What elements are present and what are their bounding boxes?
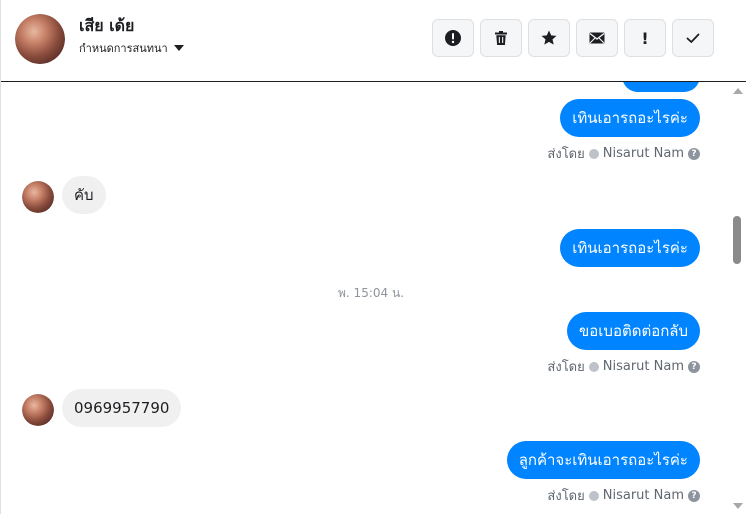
sent-by-prefix: ส่งโดย [547,147,585,162]
contact-avatar-small[interactable] [22,181,54,213]
spam-button[interactable]: ! [624,19,666,57]
sender-name[interactable]: Nisarut Nam [603,359,684,374]
verified-dot-icon [588,490,599,501]
envelope-icon [589,32,605,44]
sent-by-line: ส่งโดย Nisarut Nam ? [547,485,700,506]
message-thread[interactable]: เทินเอารถอะไรค่ะ ส่งโดย Nisarut Nam ? คั… [1,82,729,514]
manage-conversation-dropdown[interactable]: กำหนดการสนทนา [79,39,184,57]
exclamation-circle-icon [445,30,461,46]
help-icon[interactable]: ? [688,147,700,160]
outgoing-message[interactable]: ลูกค้าจะเทินเอารถอะไรค่ะ [506,441,700,479]
report-button[interactable] [432,19,474,57]
sent-by-prefix: ส่งโดย [547,360,585,375]
scrollbar-thumb[interactable] [733,216,741,264]
contact-avatar[interactable] [15,14,65,64]
contact-avatar-small[interactable] [22,394,54,426]
mark-unread-button[interactable] [576,19,618,57]
thread-scrollbar[interactable] [729,82,746,514]
outgoing-message[interactable]: ขอเบอติดต่อกลับ [567,312,700,350]
outgoing-message[interactable]: เทินเอารถอะไรค่ะ [560,99,700,137]
sender-name[interactable]: Nisarut Nam [603,146,684,161]
manage-conversation-label: กำหนดการสนทนา [79,42,168,55]
caret-down-icon [173,45,184,51]
help-icon[interactable]: ? [688,360,700,373]
previous-message-bubble [622,82,700,92]
message-timestamp: พ. 15:04 น. [338,286,404,300]
sent-by-line: ส่งโดย Nisarut Nam ? [547,143,700,164]
incoming-message[interactable]: คับ [62,176,106,214]
contact-name[interactable]: เสีย เด้ย [79,14,134,39]
outgoing-message[interactable]: เทินเอารถอะไรค่ะ [560,229,700,267]
trash-icon [495,31,507,45]
check-icon [686,33,700,43]
exclamation-icon: ! [641,28,649,48]
delete-button[interactable] [480,19,522,57]
star-button[interactable] [528,19,570,57]
sender-name[interactable]: Nisarut Nam [603,488,684,503]
help-icon[interactable]: ? [688,489,700,502]
star-icon [541,30,557,45]
scroll-down-arrow-icon[interactable] [733,503,743,509]
incoming-message[interactable]: 0969957790 [62,389,182,427]
messenger-panel: เสีย เด้ย กำหนดการสนทนา ! เทินเอารถอะไรค… [0,0,746,514]
verified-dot-icon [588,148,599,159]
sent-by-line: ส่งโดย Nisarut Nam ? [547,356,700,377]
sent-by-prefix: ส่งโดย [547,489,585,504]
conversation-toolbar: ! [432,19,714,57]
mark-done-button[interactable] [672,19,714,57]
verified-dot-icon [588,361,599,372]
conversation-header: เสีย เด้ย กำหนดการสนทนา ! [1,0,746,82]
scroll-up-arrow-icon[interactable] [733,88,743,94]
